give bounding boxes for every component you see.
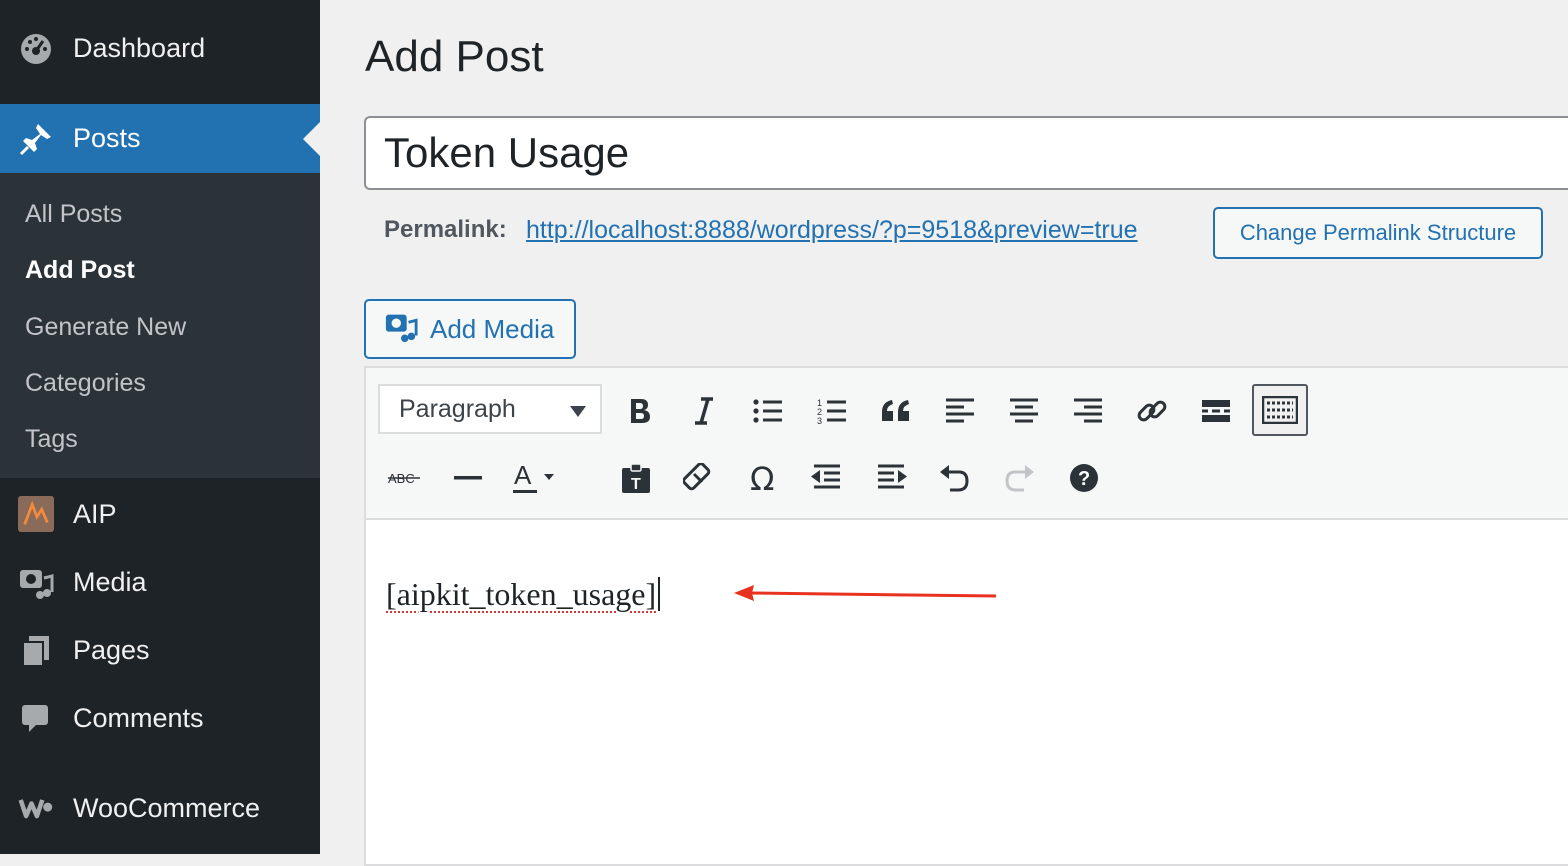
format-select-value: Paragraph bbox=[399, 394, 516, 423]
add-media-label: Add Media bbox=[430, 313, 555, 344]
chevron-down-icon bbox=[570, 406, 586, 417]
permalink-label: Permalink: bbox=[384, 216, 507, 243]
submenu-add-post[interactable]: Add Post bbox=[25, 256, 135, 285]
help-icon[interactable]: ? bbox=[1058, 452, 1110, 504]
sidebar-item-posts[interactable]: Posts bbox=[0, 104, 320, 173]
indent-icon[interactable] bbox=[866, 452, 918, 504]
sidebar-item-label: Dashboard bbox=[73, 32, 206, 63]
submenu-categories[interactable]: Categories bbox=[25, 369, 146, 398]
paste-text-icon[interactable]: T bbox=[610, 452, 662, 504]
editor-content[interactable]: [aipkit_token_usage] bbox=[386, 576, 661, 613]
special-character-icon[interactable]: Ω bbox=[738, 452, 790, 504]
sidebar-item-label: Posts bbox=[73, 123, 141, 153]
text-color-icon[interactable]: A bbox=[506, 452, 558, 504]
align-right-icon[interactable] bbox=[1062, 385, 1114, 437]
strikethrough-icon[interactable]: ABC bbox=[378, 452, 430, 504]
svg-text:Ω: Ω bbox=[750, 464, 774, 492]
shortcode-text: [aipkit_token_usage] bbox=[386, 576, 657, 612]
undo-icon[interactable] bbox=[928, 452, 980, 504]
post-title-input[interactable] bbox=[364, 116, 1568, 190]
comments-icon bbox=[18, 700, 54, 736]
bold-icon[interactable] bbox=[614, 385, 666, 437]
format-select[interactable]: Paragraph bbox=[378, 384, 602, 434]
svg-text:?: ? bbox=[1078, 468, 1090, 490]
numbered-list-icon[interactable]: 123 bbox=[806, 385, 858, 437]
italic-icon[interactable] bbox=[678, 385, 730, 437]
sidebar-item-label: Comments bbox=[73, 702, 204, 733]
woocommerce-icon bbox=[18, 790, 54, 826]
pushpin-icon bbox=[18, 121, 54, 157]
sidebar-item-comments[interactable]: Comments bbox=[0, 692, 320, 744]
post-editor: Paragraph 123 ABC A T Ω ? [aipkit_token_… bbox=[364, 366, 1568, 866]
clear-formatting-icon[interactable] bbox=[672, 452, 724, 504]
read-more-icon[interactable] bbox=[1190, 385, 1242, 437]
pages-icon bbox=[18, 632, 54, 668]
page-title: Add Post bbox=[365, 32, 544, 81]
redo-icon[interactable] bbox=[994, 452, 1046, 504]
horizontal-line-icon[interactable] bbox=[442, 452, 494, 504]
dashboard-icon bbox=[18, 30, 54, 66]
editor-toolbar: Paragraph 123 ABC A T Ω ? bbox=[366, 368, 1568, 520]
submenu-tags[interactable]: Tags bbox=[25, 425, 78, 454]
sidebar-item-label: Media bbox=[73, 566, 147, 597]
media-icon bbox=[18, 564, 54, 600]
admin-sidebar: Dashboard Posts All Posts Add Post Gener… bbox=[0, 0, 320, 854]
sidebar-item-label: Pages bbox=[73, 634, 150, 665]
change-permalink-button[interactable]: Change Permalink Structure bbox=[1213, 207, 1543, 259]
annotation-arrow-icon bbox=[734, 585, 997, 601]
sidebar-item-dashboard[interactable]: Dashboard bbox=[0, 22, 320, 74]
aip-logo-icon bbox=[18, 496, 54, 532]
link-icon[interactable] bbox=[1126, 385, 1178, 437]
permalink-link[interactable]: http://localhost:8888/wordpress/?p=9518&… bbox=[526, 216, 1138, 245]
blockquote-icon[interactable] bbox=[870, 385, 922, 437]
current-menu-arrow bbox=[303, 121, 320, 156]
posts-submenu: All Posts Add Post Generate New Categori… bbox=[0, 173, 320, 478]
submenu-all-posts[interactable]: All Posts bbox=[25, 200, 122, 229]
align-left-icon[interactable] bbox=[934, 385, 986, 437]
text-cursor bbox=[658, 577, 661, 611]
submenu-generate-new[interactable]: Generate New bbox=[25, 313, 186, 342]
sidebar-item-pages[interactable]: Pages bbox=[0, 624, 320, 676]
sidebar-item-label: AIP bbox=[73, 498, 117, 529]
add-media-icon bbox=[384, 309, 418, 350]
align-center-icon[interactable] bbox=[998, 385, 1050, 437]
outdent-icon[interactable] bbox=[800, 452, 852, 504]
svg-text:3: 3 bbox=[817, 416, 822, 425]
svg-text:A: A bbox=[514, 460, 532, 490]
bullet-list-icon[interactable] bbox=[742, 385, 794, 437]
add-media-button[interactable]: Add Media bbox=[364, 299, 576, 359]
svg-text:T: T bbox=[631, 476, 641, 493]
toolbar-toggle-icon[interactable] bbox=[1252, 384, 1308, 436]
sidebar-item-label: WooCommerce bbox=[73, 792, 261, 823]
sidebar-item-media[interactable]: Media bbox=[0, 556, 320, 608]
sidebar-item-aip[interactable]: AIP bbox=[0, 488, 320, 540]
sidebar-item-woocommerce[interactable]: WooCommerce bbox=[0, 782, 320, 834]
